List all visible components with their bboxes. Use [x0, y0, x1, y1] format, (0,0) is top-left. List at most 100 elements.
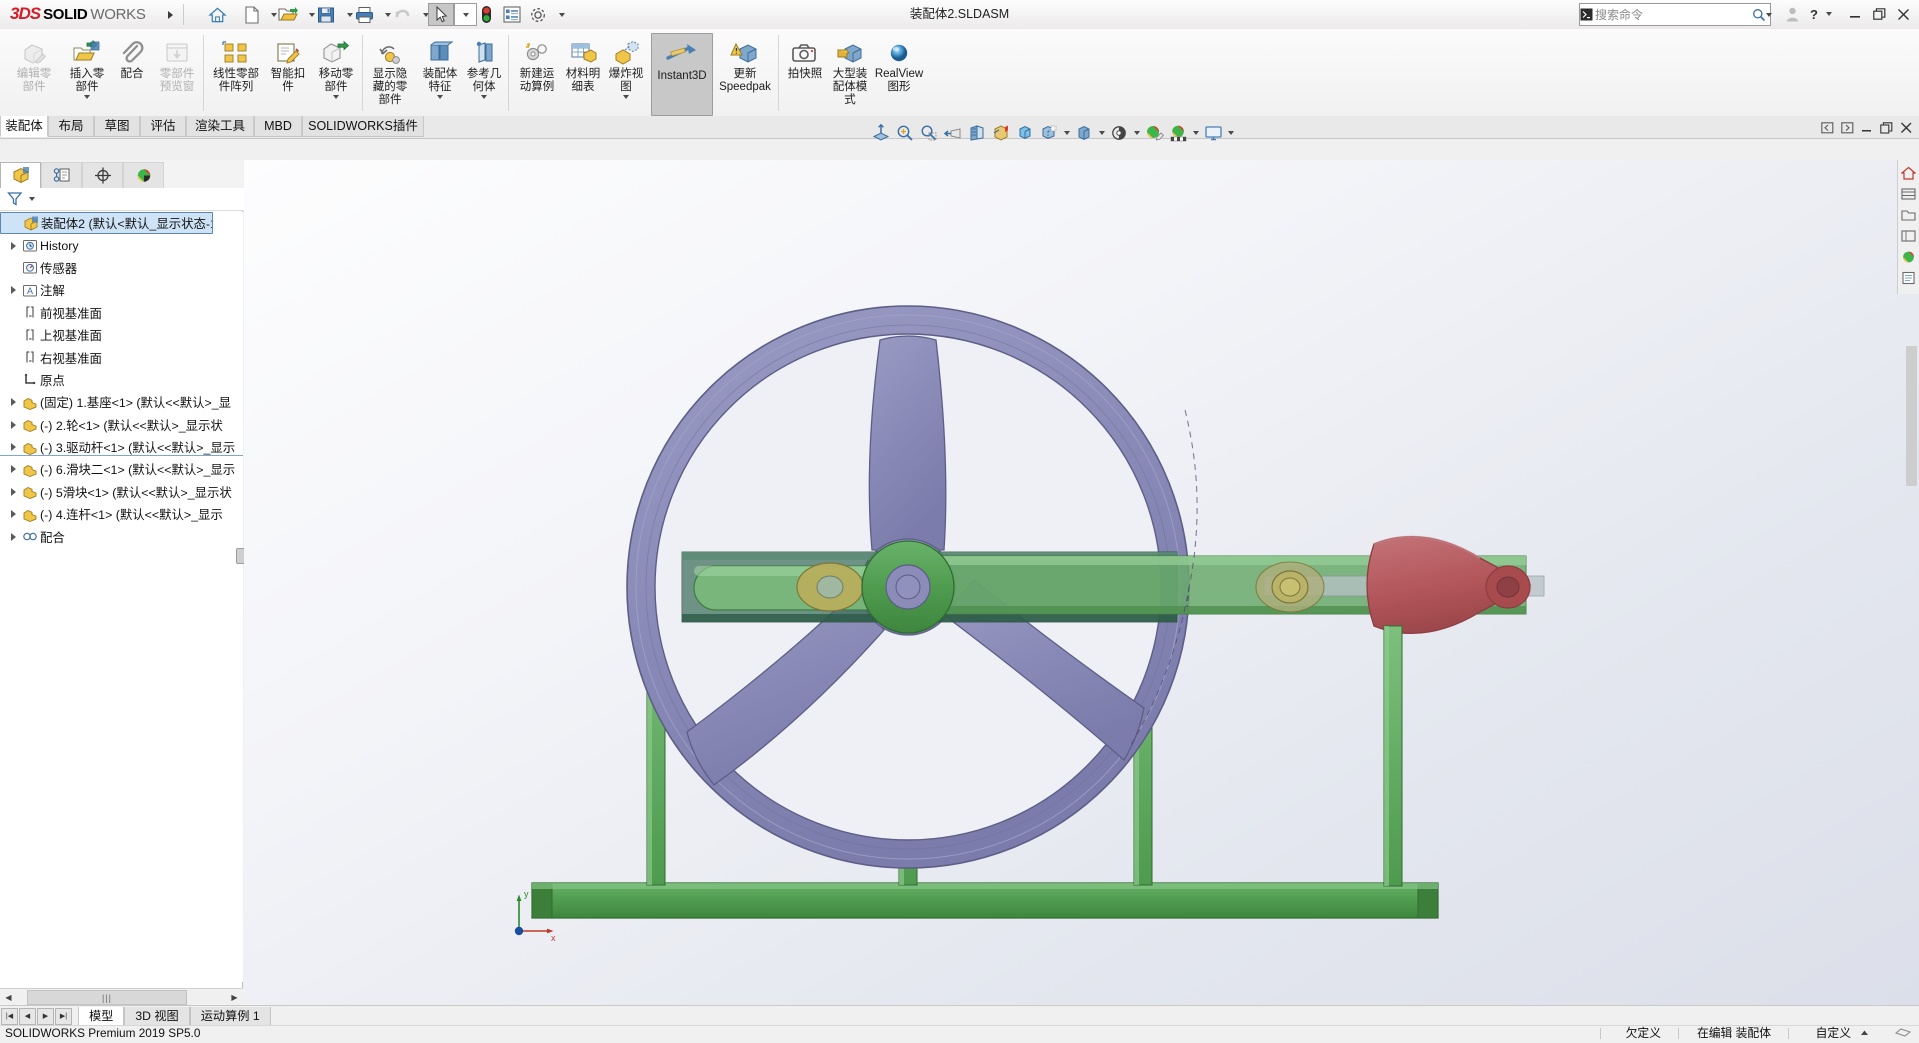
tree-root-assembly[interactable]: 装配体2 (默认<默认_显示状态-1>) — [0, 212, 213, 235]
base-plate[interactable] — [531, 882, 1439, 919]
tab-layout[interactable]: 布局 — [48, 116, 94, 137]
ribbon-bill-of-materials[interactable]: 材料明 细表 — [561, 32, 605, 94]
view-palette-icon[interactable] — [1900, 227, 1917, 244]
open-folder-icon[interactable] — [276, 3, 300, 26]
feature-manager-tab[interactable] — [0, 162, 41, 188]
view-cube-icon[interactable] — [1014, 121, 1036, 145]
tree-horizontal-scrollbar[interactable]: ◀ ||| ▶ — [0, 988, 243, 1006]
graphics-vertical-scrollbar[interactable] — [1906, 346, 1919, 486]
undo-icon[interactable] — [390, 3, 414, 26]
hide-show-items-icon[interactable] — [1073, 121, 1095, 145]
tree-item-connecting-rod[interactable]: (-) 4.连杆<1> (默认<<默认>_显示 — [0, 503, 243, 525]
tab-sketch[interactable]: 草图 — [94, 116, 140, 137]
tree-filter-bar[interactable] — [0, 188, 250, 211]
search-input[interactable] — [1593, 6, 1752, 23]
apply-scene-dropdown[interactable] — [1191, 121, 1200, 145]
zoom-to-area-icon[interactable] — [894, 121, 916, 145]
ribbon-new-motion-study[interactable]: 新建运 动算例 — [513, 32, 561, 94]
ribbon-move-component[interactable]: 移动零 部件 — [312, 32, 360, 99]
tab-mbd[interactable]: MBD — [254, 116, 302, 137]
view-settings-dropdown[interactable] — [1226, 121, 1235, 145]
restore-button[interactable] — [1869, 4, 1889, 24]
zoom-magnifier-icon[interactable] — [918, 121, 940, 145]
bottom-tab-model[interactable]: 模型 — [78, 1006, 125, 1026]
ribbon-realview-graphics[interactable]: RealView 图形 — [873, 32, 925, 94]
home-icon[interactable] — [204, 3, 230, 26]
doc-restore-button[interactable] — [1880, 122, 1893, 137]
tree-item-mates[interactable]: 配合 — [0, 525, 243, 547]
tree-scroll-right[interactable]: ▶ — [226, 990, 243, 1005]
rebuild-traffic-icon[interactable] — [475, 3, 498, 26]
hide-show-items-dropdown[interactable] — [1097, 121, 1106, 145]
tree-scroll-track[interactable]: ||| — [17, 990, 226, 1005]
edit-appearance-icon[interactable] — [1108, 121, 1130, 145]
select-cursor-icon[interactable] — [428, 3, 454, 26]
pin-joint-slider[interactable] — [796, 562, 864, 612]
tree-scroll-left[interactable]: ◀ — [0, 990, 17, 1005]
ribbon-update-speedpak[interactable]: 更新 Speedpak — [716, 32, 774, 94]
display-style-dropdown[interactable] — [1062, 121, 1071, 145]
tree-twist-history[interactable] — [6, 239, 20, 253]
tab-render-tools[interactable]: 渲染工具 — [186, 116, 254, 137]
ribbon-take-snapshot[interactable]: 拍快照 — [783, 32, 827, 81]
crank-lever[interactable] — [1366, 535, 1532, 635]
exploded-view-dropdown[interactable] — [623, 95, 629, 99]
tab-solidworks-addins[interactable]: SOLIDWORKS插件 — [302, 116, 424, 137]
tab-nav-next[interactable]: ▶ — [37, 1007, 54, 1025]
print-icon[interactable] — [352, 3, 376, 26]
gear-dropdown[interactable] — [550, 3, 573, 26]
assembly-features-dropdown[interactable] — [437, 95, 443, 99]
doc-prev-button[interactable] — [1821, 122, 1834, 137]
display-manager-tab[interactable] — [123, 162, 164, 188]
search-icon[interactable] — [1752, 5, 1766, 24]
tab-evaluate[interactable]: 评估 — [140, 116, 186, 137]
ribbon-mate[interactable]: 配合 — [112, 32, 152, 81]
display-style-icon[interactable] — [1038, 121, 1060, 145]
apply-scene-icon[interactable] — [1143, 121, 1165, 145]
new-document-icon[interactable] — [240, 3, 263, 26]
tree-item-base[interactable]: (固定) 1.基座<1> (默认<<默认>_显 — [0, 391, 243, 413]
reference-geometry-dropdown[interactable] — [481, 95, 487, 99]
support-post-crank[interactable] — [1383, 625, 1403, 887]
tree-item-origin[interactable]: 原点 — [0, 369, 243, 391]
ribbon-reference-geometry[interactable]: 参考几 何体 — [462, 32, 506, 99]
doc-minimize-button[interactable] — [1861, 122, 1873, 137]
assembly-3d-model[interactable] — [244, 160, 1919, 1005]
previous-view-icon[interactable] — [942, 121, 964, 145]
view-settings-icon[interactable] — [1202, 121, 1224, 145]
user-account-icon[interactable] — [1782, 4, 1802, 24]
gear-icon[interactable] — [526, 3, 550, 26]
help-dropdown[interactable] — [1819, 4, 1839, 24]
tab-nav-prev[interactable]: ◀ — [19, 1007, 36, 1025]
ribbon-edit-component[interactable]: 编辑零 部件 — [6, 32, 62, 94]
crank-hub[interactable] — [861, 540, 955, 634]
tab-nav-last[interactable]: ▶| — [55, 1007, 72, 1025]
tree-item-top-plane[interactable]: 上视基准面 — [0, 324, 243, 346]
custom-properties-icon[interactable] — [1900, 269, 1917, 286]
ribbon-assembly-features[interactable]: 装配体 特征 — [418, 32, 462, 99]
ribbon-smart-fasteners[interactable]: 智能扣 件 — [264, 32, 312, 94]
scene-backdrop-icon[interactable] — [1167, 121, 1189, 145]
status-custom-caret[interactable] — [1860, 1026, 1869, 1041]
ribbon-component-preview-window[interactable]: 零部件 预览窗 — [152, 32, 202, 94]
insert-components-dropdown[interactable] — [84, 95, 90, 99]
edit-appearance-dropdown[interactable] — [1132, 121, 1141, 145]
save-icon[interactable] — [314, 3, 338, 26]
property-manager-tab[interactable] — [41, 162, 82, 188]
minimize-button[interactable] — [1845, 4, 1865, 24]
close-button[interactable] — [1893, 4, 1913, 24]
tree-item-history[interactable]: History — [0, 234, 243, 256]
zoom-to-fit-icon[interactable] — [870, 121, 892, 145]
tree-root-twist[interactable] — [7, 216, 21, 230]
ribbon-instant3d[interactable]: Instant3D — [651, 33, 713, 116]
ribbon-exploded-view[interactable]: 爆炸视 图 — [605, 32, 647, 99]
options-list-icon[interactable] — [500, 3, 524, 26]
tree-item-annotations[interactable]: A 注解 — [0, 279, 243, 301]
section-view-icon[interactable] — [966, 121, 988, 145]
tree-scroll-thumb[interactable]: ||| — [27, 990, 187, 1005]
ribbon-show-hidden-components[interactable]: 显示隐 藏的零 部件 — [367, 32, 413, 107]
tree-item-slider-two[interactable]: (-) 6.滑块二<1> (默认<<默认>_显示 — [0, 458, 243, 480]
ribbon-linear-component-pattern[interactable]: 线性零部 件阵列 — [208, 32, 264, 94]
tree-item-sensors[interactable]: 传感器 — [0, 257, 243, 279]
filter-dropdown-caret[interactable] — [27, 188, 36, 211]
